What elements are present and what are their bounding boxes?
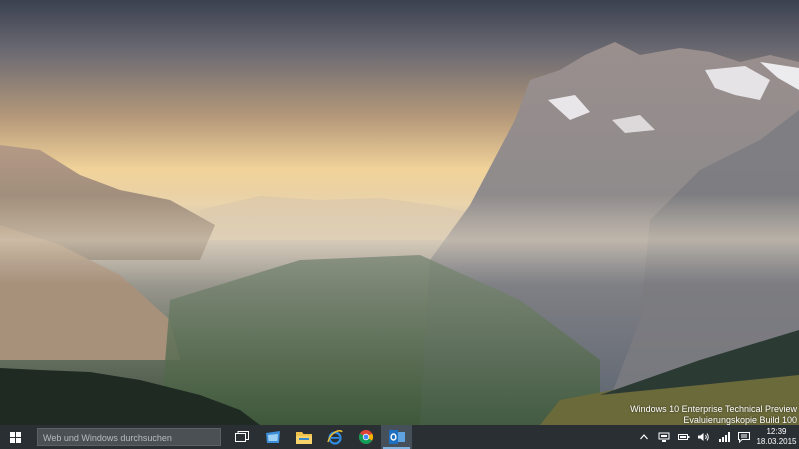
action-center-button[interactable] bbox=[734, 425, 754, 449]
battery-icon bbox=[678, 434, 690, 440]
store-button[interactable] bbox=[257, 425, 288, 449]
signal-icon bbox=[719, 432, 730, 442]
mountain-landscape bbox=[0, 42, 799, 425]
task-view-button[interactable] bbox=[226, 425, 257, 449]
action-center-icon bbox=[738, 431, 750, 443]
clock[interactable]: 12:39 18.03.2015 bbox=[754, 427, 799, 447]
internet-explorer-button[interactable] bbox=[319, 425, 350, 449]
file-explorer-icon bbox=[295, 431, 312, 444]
windows-logo-icon bbox=[9, 431, 21, 443]
start-button[interactable] bbox=[0, 425, 30, 449]
chevron-up-icon bbox=[640, 434, 648, 440]
clock-time: 12:39 bbox=[766, 427, 787, 436]
store-icon bbox=[265, 431, 280, 443]
system-tray: 12:39 18.03.2015 bbox=[634, 425, 799, 449]
taskbar: Web und Windows durchsuchen 12:39 18.03.… bbox=[0, 425, 799, 449]
network-adapter-button[interactable] bbox=[654, 425, 674, 449]
pinned-apps bbox=[226, 425, 412, 449]
internet-explorer-icon bbox=[326, 430, 343, 445]
chrome-button[interactable] bbox=[350, 425, 381, 449]
battery-button[interactable] bbox=[674, 425, 694, 449]
task-view-icon bbox=[234, 431, 249, 442]
watermark-line-2: Evaluierungskopie Build 100 bbox=[683, 415, 797, 425]
network-adapter-icon bbox=[658, 432, 670, 442]
volume-button[interactable] bbox=[694, 425, 714, 449]
desktop-wallpaper: Windows 10 Enterprise Technical Preview … bbox=[0, 0, 799, 425]
show-hidden-icons-button[interactable] bbox=[634, 425, 654, 449]
watermark-line-1: Windows 10 Enterprise Technical Preview bbox=[630, 404, 797, 414]
edition-watermark: Windows 10 Enterprise Technical Preview … bbox=[630, 404, 797, 425]
chrome-icon bbox=[358, 430, 373, 444]
signal-button[interactable] bbox=[714, 425, 734, 449]
outlook-button[interactable] bbox=[381, 425, 412, 449]
file-explorer-button[interactable] bbox=[288, 425, 319, 449]
outlook-icon bbox=[388, 430, 405, 444]
search-box[interactable]: Web und Windows durchsuchen bbox=[37, 428, 221, 446]
clock-date: 18.03.2015 bbox=[756, 437, 797, 446]
speaker-icon bbox=[698, 433, 709, 441]
